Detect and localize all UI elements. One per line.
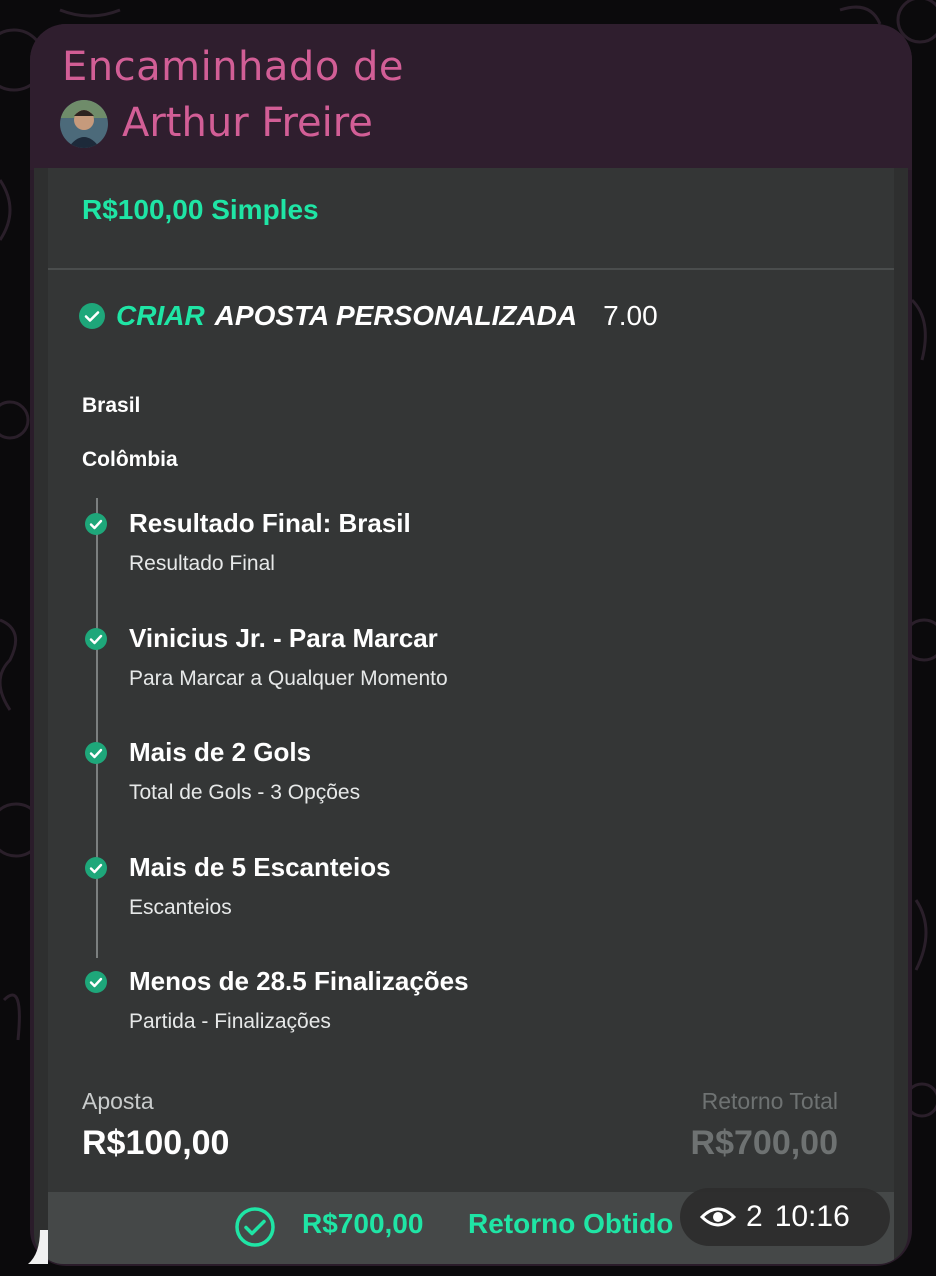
stake-label: Aposta bbox=[82, 1088, 154, 1114]
returned-amount: R$700,00 bbox=[302, 1208, 424, 1239]
divider bbox=[48, 268, 894, 270]
leg-selection: Menos de 28.5 Finalizações bbox=[129, 966, 469, 996]
team-home: Brasil bbox=[82, 394, 141, 417]
check-circle-icon bbox=[85, 971, 107, 993]
check-circle-icon bbox=[85, 513, 107, 535]
leg-market: Para Marcar a Qualquer Momento bbox=[129, 667, 448, 690]
user-avatar-icon bbox=[60, 100, 108, 148]
builder-title: APOSTA PERSONALIZADA bbox=[214, 300, 578, 331]
author-avatar[interactable] bbox=[60, 100, 108, 148]
leg-market: Total de Gols - 3 Opções bbox=[129, 781, 361, 804]
bubble-tail bbox=[28, 1230, 48, 1264]
forwarded-author-name[interactable]: Arthur Freire bbox=[122, 100, 373, 146]
check-circle-outline-icon bbox=[235, 1207, 275, 1247]
forwarded-from-label: Encaminhado de bbox=[62, 44, 404, 90]
return-value: R$700,00 bbox=[690, 1124, 838, 1162]
forward-header: Encaminhado de Arthur Freire bbox=[30, 24, 912, 170]
forwarded-message-bubble[interactable]: Encaminhado de Arthur Freire R$100,00 Si… bbox=[30, 24, 912, 1266]
message-time: 10:16 bbox=[774, 1200, 850, 1233]
stake-value: R$100,00 bbox=[82, 1124, 230, 1162]
leg-market: Escanteios bbox=[129, 896, 232, 919]
stake-header: R$100,00 Simples bbox=[82, 194, 319, 225]
leg-selection: Vinicius Jr. - Para Marcar bbox=[129, 623, 438, 653]
builder-prefix: CRIAR bbox=[116, 300, 205, 331]
leg-market: Partida - Finalizações bbox=[129, 1010, 331, 1033]
legs-timeline bbox=[96, 498, 98, 958]
message-meta: 2 10:16 bbox=[680, 1188, 890, 1246]
bet-slip-screenshot[interactable]: R$100,00 Simples CRIAR APOSTA PERSONALIZ… bbox=[34, 168, 908, 1264]
returned-label: Retorno Obtido bbox=[468, 1208, 674, 1239]
team-away: Colômbia bbox=[82, 448, 178, 471]
leg-selection: Mais de 5 Escanteios bbox=[129, 852, 391, 882]
bet-slip-card: R$100,00 Simples CRIAR APOSTA PERSONALIZ… bbox=[48, 168, 894, 1264]
return-label: Retorno Total bbox=[701, 1088, 838, 1114]
leg-market: Resultado Final bbox=[129, 552, 275, 575]
view-count: 2 bbox=[746, 1200, 763, 1233]
bet-odds: 7.00 bbox=[603, 300, 658, 331]
eye-icon bbox=[700, 1207, 736, 1227]
leg-selection: Resultado Final: Brasil bbox=[129, 508, 411, 538]
check-circle-icon bbox=[79, 303, 105, 329]
leg-selection: Mais de 2 Gols bbox=[129, 737, 312, 767]
check-circle-icon bbox=[85, 628, 107, 650]
bet-builder-header: CRIAR APOSTA PERSONALIZADA 7.00 bbox=[78, 296, 658, 336]
check-circle-icon bbox=[85, 742, 107, 764]
check-circle-icon bbox=[85, 857, 107, 879]
